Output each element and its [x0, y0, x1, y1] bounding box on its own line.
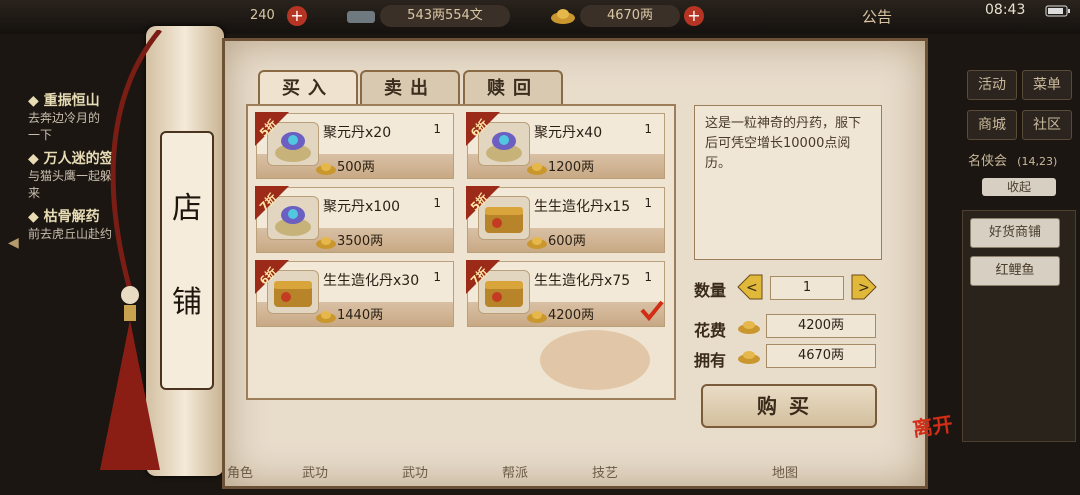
- decrease-button[interactable]: <: [736, 273, 764, 301]
- item-qty: 1: [644, 122, 652, 136]
- item-name: 生生造化丹x15: [534, 199, 631, 215]
- gold-ingot-icon: [551, 9, 575, 24]
- bottom-nav-item[interactable]: 技艺: [580, 462, 630, 492]
- shop-list-label: 红鲤鱼: [995, 263, 1035, 278]
- quantity-label: 数量: [694, 281, 727, 300]
- bottom-nav-item[interactable]: 帮派: [490, 462, 540, 492]
- gold-ingot-icon: [738, 351, 760, 364]
- buy-button[interactable]: 购买: [701, 384, 877, 428]
- checkmark-icon: [640, 300, 664, 322]
- item-price: 500两: [337, 160, 375, 175]
- item-name: 聚元丹x100: [323, 199, 401, 215]
- item-price: 600两: [548, 234, 586, 249]
- bottom-nav-item[interactable]: 地图: [760, 462, 810, 492]
- shop-list-item-carp[interactable]: 红鲤鱼: [970, 256, 1060, 286]
- gold-ingot-icon: [527, 237, 547, 249]
- expand-left-icon[interactable]: ◀: [8, 235, 19, 251]
- stamina-value: 240: [250, 8, 275, 23]
- item-qty: 1: [644, 270, 652, 284]
- community-button[interactable]: 社区: [1022, 110, 1072, 140]
- item-card-selected[interactable]: 7折 生生造化丹x75 1 4200两: [466, 260, 665, 327]
- item-price: 3500两: [337, 234, 384, 249]
- item-card[interactable]: 5折 聚元丹x20 1 500两: [255, 112, 454, 179]
- shop-list-label: 好货商铺: [988, 225, 1041, 240]
- gourd-watermark: [540, 330, 650, 390]
- item-qty: 1: [644, 196, 652, 210]
- menu-button[interactable]: 菜单: [1022, 70, 1072, 100]
- item-name: 生生造化丹x75: [534, 273, 631, 289]
- bottom-nav: [150, 455, 950, 495]
- cost-value: 4200两: [766, 314, 876, 338]
- owned-value: 4670两: [766, 344, 876, 368]
- owned-label: 拥有: [694, 351, 727, 370]
- gold-ingot-icon: [316, 311, 336, 323]
- gold-ingot-icon: [527, 163, 547, 175]
- money-display: 543两554文: [380, 5, 510, 27]
- gold-ingot-icon: [738, 321, 760, 334]
- item-card[interactable]: 7折 聚元丹x100 1 3500两: [255, 186, 454, 253]
- item-qty: 1: [433, 196, 441, 210]
- item-name: 生生造化丹x30: [323, 273, 420, 289]
- svg-text:>: >: [858, 280, 870, 296]
- announcement-button[interactable]: 公告: [862, 6, 892, 27]
- gold-ingot-icon: [316, 237, 336, 249]
- svg-text:<: <: [746, 280, 758, 296]
- quantity-input[interactable]: 1: [770, 276, 844, 300]
- bottom-nav-item[interactable]: 武功: [390, 462, 440, 492]
- tab-sell[interactable]: 卖出: [360, 70, 460, 106]
- cost-label: 花费: [694, 321, 727, 340]
- gold-display: 4670两: [580, 5, 680, 27]
- item-price: 1200两: [548, 160, 595, 175]
- collapse-button[interactable]: 收起: [982, 178, 1056, 196]
- activity-button[interactable]: 活动: [967, 70, 1017, 100]
- item-card[interactable]: 6折 生生造化丹x30 1 1440两: [255, 260, 454, 327]
- item-card[interactable]: 5折 生生造化丹x15 1 600两: [466, 186, 665, 253]
- item-qty: 1: [433, 270, 441, 284]
- tab-buy[interactable]: 买入: [258, 70, 358, 106]
- item-name: 聚元丹x40: [534, 125, 603, 141]
- hero-location[interactable]: 名侠会 (14,23): [968, 150, 1072, 170]
- hero-label: 名侠会: [968, 154, 1008, 169]
- add-gold-button[interactable]: +: [684, 6, 704, 26]
- battery-icon: [1045, 5, 1070, 17]
- item-qty: 1: [433, 122, 441, 136]
- tab-redeem[interactable]: 赎回: [463, 70, 563, 106]
- copper-coin-icon: [347, 11, 375, 23]
- gold-ingot-icon: [316, 163, 336, 175]
- clock-text: 08:43: [985, 2, 1026, 18]
- item-card[interactable]: 6折 聚元丹x40 1 1200两: [466, 112, 665, 179]
- shop-list-item-goods[interactable]: 好货商铺: [970, 218, 1060, 248]
- item-name: 聚元丹x20: [323, 125, 392, 141]
- leave-button[interactable]: 离开: [911, 412, 962, 459]
- hero-coord: (14,23): [1017, 155, 1058, 168]
- bottom-nav-item[interactable]: 武功: [290, 462, 340, 492]
- mall-button[interactable]: 商城: [967, 110, 1017, 140]
- tassel-decoration: [100, 30, 162, 470]
- item-price: 1440两: [337, 308, 384, 323]
- increase-button[interactable]: >: [850, 273, 878, 301]
- item-description: 这是一粒神奇的丹药，服下后可凭空增长10000点阅历。: [694, 105, 882, 260]
- add-stamina-button[interactable]: +: [287, 6, 307, 26]
- bottom-nav-item[interactable]: 角色: [215, 462, 265, 492]
